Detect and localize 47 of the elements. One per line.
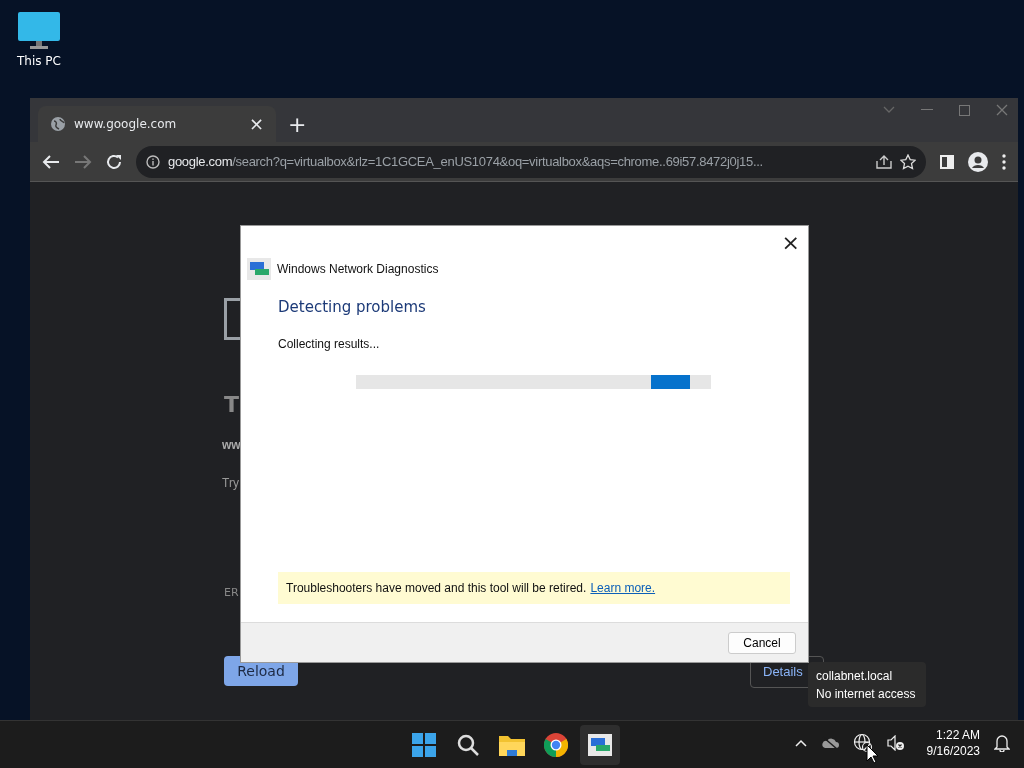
share-icon[interactable] <box>876 154 892 169</box>
forward-arrow-icon[interactable] <box>74 153 92 170</box>
status-text: Collecting results... <box>278 335 381 353</box>
clock-time[interactable]: 1:22 AM <box>935 727 980 743</box>
search-icon <box>456 733 480 757</box>
page-text-fragment: Try <box>222 475 239 492</box>
info-icon <box>146 154 160 169</box>
tab-title: www.google.com <box>74 116 178 133</box>
minimize-icon[interactable] <box>921 109 933 111</box>
url-text: google.com/search?q=virtualbox&rlz=1C1GCEA_enUS1074&oq=virtualbox&aqs=chrome..69i57.8472j0j15... <box>168 152 764 171</box>
network-diagnostics-icon <box>588 734 612 756</box>
taskbar-app-button[interactable] <box>580 725 620 765</box>
computer-monitor-icon[interactable] <box>18 12 60 50</box>
browser-tab[interactable]: www.google.com × <box>38 106 276 142</box>
page-heading-fragment: T <box>224 391 239 419</box>
side-panel-icon[interactable] <box>940 154 954 169</box>
menu-icon[interactable] <box>1002 153 1006 170</box>
notice-text: Troubleshooters have moved and this tool will be retired. <box>286 580 587 597</box>
star-icon[interactable] <box>900 153 916 170</box>
close-tab-button[interactable]: × <box>248 115 264 133</box>
page-text-fragment: ww <box>222 437 241 454</box>
globe-icon <box>50 116 66 132</box>
chevron-up-icon[interactable] <box>794 739 807 747</box>
cloud-offline-icon[interactable] <box>820 736 839 750</box>
cancel-button[interactable]: Cancel <box>728 631 796 654</box>
speaker-muted-icon[interactable] <box>886 735 905 751</box>
profile-icon[interactable] <box>968 151 988 172</box>
mouse-pointer-icon <box>866 744 878 764</box>
address-bar[interactable]: google.com/search?q=virtualbox&rlz=1C1GCEA_enUS1074&oq=virtualbox&aqs=chrome..69i57.8472j0j15... <box>136 145 926 178</box>
reload-icon[interactable] <box>106 153 122 170</box>
close-icon[interactable] <box>996 104 1008 116</box>
windows-logo-icon <box>412 733 436 757</box>
network-diagnostics-icon <box>247 258 271 280</box>
back-arrow-icon[interactable] <box>42 153 60 170</box>
learn-more-link[interactable]: Learn more. <box>590 579 656 597</box>
tooltip-line: No internet access <box>816 685 917 703</box>
maximize-icon[interactable] <box>959 104 970 116</box>
clock-date[interactable]: 9/16/2023 <box>926 743 980 759</box>
dialog-title: Windows Network Diagnostics <box>277 261 439 278</box>
desktop-icon-label: This PC <box>17 53 61 70</box>
notification-bell-icon[interactable] <box>994 734 1010 752</box>
dialog-heading: Detecting problems <box>278 297 427 318</box>
chrome-logo-icon <box>544 733 568 757</box>
close-button[interactable]: × <box>781 230 800 256</box>
new-tab-button[interactable]: + <box>288 114 307 136</box>
folder-icon <box>499 734 525 756</box>
error-code-fragment: ER <box>224 585 239 601</box>
